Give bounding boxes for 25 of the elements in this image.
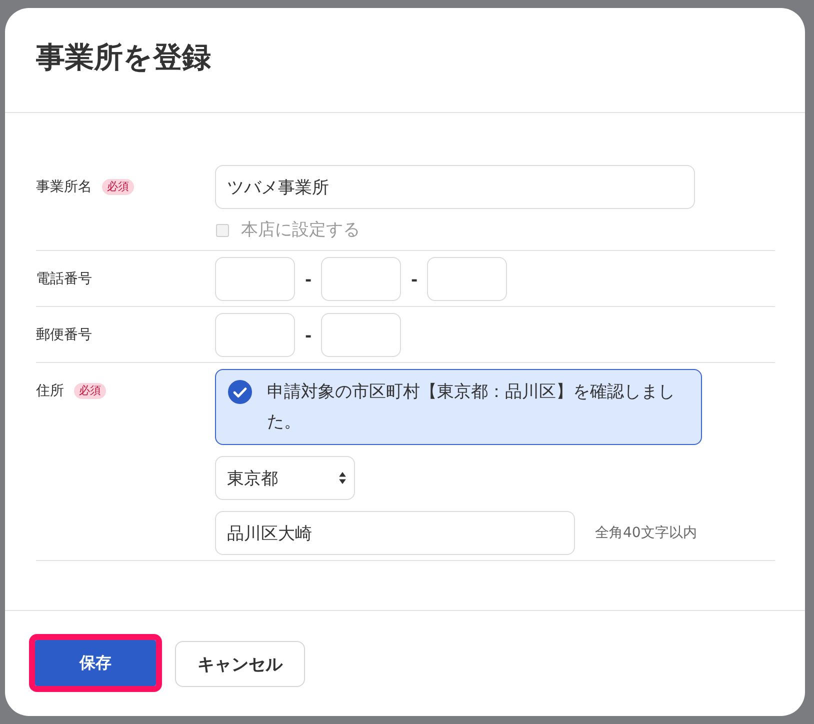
- field-label: 電話番号: [36, 270, 92, 288]
- input-field[interactable]: [215, 313, 295, 357]
- text-field[interactable]: ツバメ事業所: [215, 165, 695, 209]
- separator-dash: -: [411, 270, 417, 288]
- input-field[interactable]: [215, 257, 295, 301]
- address-field[interactable]: 品川区大崎: [215, 511, 575, 555]
- save-button[interactable]: 保存: [29, 634, 162, 692]
- required-badge: 必須: [74, 383, 106, 399]
- confirmation-text: 申請対象の市区町村【東京都：品川区】を確認しました。: [267, 381, 676, 434]
- input-field[interactable]: [427, 257, 507, 301]
- field-label: 事業所名: [36, 178, 92, 196]
- updown-caret-icon: [339, 472, 346, 484]
- check-circle-icon: [228, 380, 252, 404]
- dialog-title: 事業所を登録: [36, 40, 211, 76]
- required-badge: 必須: [102, 179, 134, 195]
- separator-dash: -: [305, 326, 311, 344]
- field-hint: 全角40文字以内: [595, 524, 697, 542]
- prefecture-select[interactable]: 東京都: [215, 456, 355, 500]
- input-field[interactable]: [321, 257, 401, 301]
- field-label: 住所: [36, 382, 64, 400]
- separator-dash: -: [305, 270, 311, 288]
- cancel-button[interactable]: キャンセル: [175, 641, 305, 687]
- input-field[interactable]: [321, 313, 401, 357]
- confirmation-checkbox[interactable]: 申請対象の市区町村【東京都：品川区】を確認しました。: [215, 369, 702, 445]
- field-label: 郵便番号: [36, 326, 92, 344]
